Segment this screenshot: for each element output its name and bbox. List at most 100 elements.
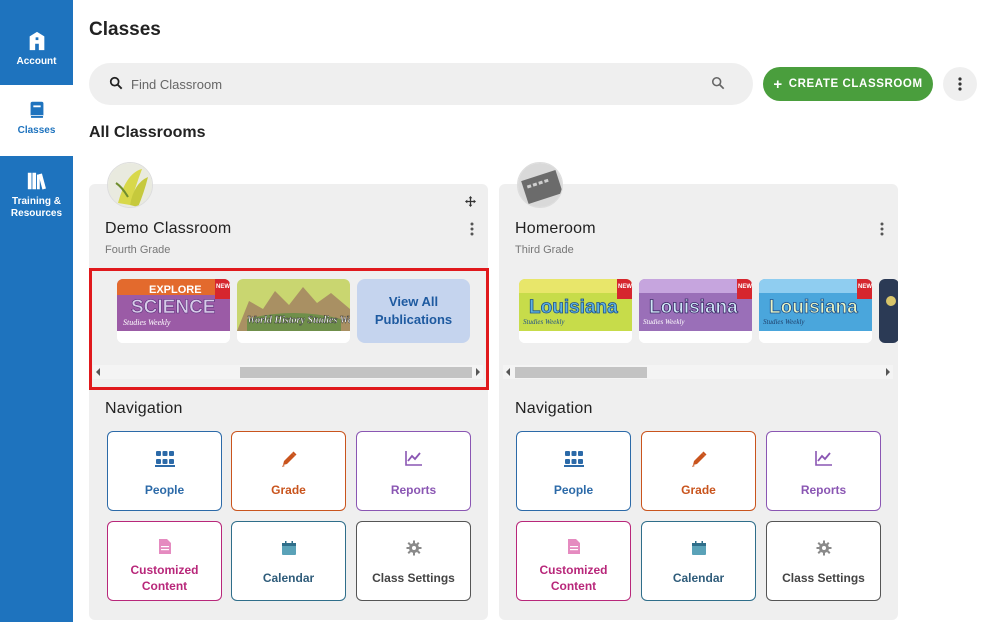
nav-tile-label: People (144, 483, 185, 497)
classroom-grade: Fourth Grade (105, 244, 171, 256)
sidebar-item-account[interactable]: Account (0, 30, 73, 68)
publication-thumbnail[interactable]: EXPLORE SCIENCE Studies Weekly NEW (117, 279, 230, 343)
svg-text:SCIENCE: SCIENCE (131, 297, 215, 318)
classroom-avatar[interactable] (107, 162, 153, 208)
chart-trend-icon (404, 451, 422, 466)
document-icon (158, 539, 171, 554)
publication-thumbnail[interactable] (879, 279, 898, 343)
svg-text:Louisiana: Louisiana (649, 297, 738, 318)
sidebar-item-classes[interactable]: Classes (0, 85, 73, 156)
scroll-left-arrow-icon[interactable] (96, 368, 100, 376)
classroom-card: Homeroom Third Grade Louisiana Studies We… (499, 162, 898, 620)
sidebar-item-label: Classes (17, 125, 56, 136)
nav-tile-label: People (553, 483, 594, 497)
publication-thumbnail[interactable]: World History Studies Weekly (237, 279, 350, 343)
classroom-name[interactable]: Homeroom (515, 220, 596, 238)
nav-tile-customized-content[interactable]: Customized Content (516, 521, 631, 601)
navigation-title: Navigation (515, 400, 593, 417)
gear-icon (406, 540, 421, 556)
nav-tile-class-settings[interactable]: Class Settings (356, 521, 471, 601)
svg-text:EXPLORE: EXPLORE (149, 284, 202, 296)
svg-text:Studies Weekly: Studies Weekly (763, 318, 805, 326)
scroll-right-arrow-icon[interactable] (886, 368, 890, 376)
search-icon (109, 76, 123, 90)
nav-tile-label: Grade (271, 483, 306, 497)
nav-tile-label: Calendar (672, 571, 725, 585)
nav-tile-people[interactable]: People (107, 431, 222, 511)
book-icon (29, 101, 44, 119)
more-options-button[interactable] (943, 67, 977, 101)
pencil-icon (691, 451, 706, 467)
nav-tile-label: Customized Content (539, 563, 608, 593)
search-submit-icon[interactable] (711, 76, 725, 90)
create-classroom-button[interactable]: + CREATE CLASSROOM (763, 67, 933, 101)
svg-text:Studies Weekly: Studies Weekly (643, 318, 685, 326)
page-title: Classes (89, 19, 161, 40)
horizontal-scrollbar[interactable] (503, 365, 893, 379)
nav-tile-class-settings[interactable]: Class Settings (766, 521, 881, 601)
nav-tile-reports[interactable]: Reports (766, 431, 881, 511)
calendar-icon (691, 541, 706, 555)
main-content: Classes + CREATE CLASSROOM All Classroom… (73, 0, 990, 622)
kebab-menu-icon[interactable] (470, 222, 474, 236)
move-icon[interactable] (465, 196, 476, 207)
kebab-menu-icon[interactable] (880, 222, 884, 236)
nav-tile-label: Class Settings (372, 571, 455, 585)
nav-tile-calendar[interactable]: Calendar (231, 521, 346, 601)
nav-tile-label: Calendar (262, 571, 315, 585)
sidebar-item-label: Training & Resources (10, 196, 63, 219)
nav-tile-label: Reports (390, 483, 437, 497)
nav-tile-label: Reports (800, 483, 847, 497)
svg-text:Louisiana: Louisiana (769, 297, 858, 318)
chart-trend-icon (814, 451, 832, 466)
svg-text:NEW: NEW (618, 284, 632, 290)
scroll-left-arrow-icon[interactable] (506, 368, 510, 376)
nav-tile-customized-content[interactable]: Customized Content (107, 521, 222, 601)
kebab-menu-icon (958, 77, 962, 91)
publication-thumbnail[interactable]: Louisiana Studies Weekly NEW (519, 279, 632, 343)
classroom-avatar[interactable] (517, 162, 563, 208)
classroom-grade: Third Grade (515, 244, 574, 256)
svg-text:Studies Weekly: Studies Weekly (523, 318, 565, 326)
publications-carousel: Louisiana Studies Weekly NEW Louisiana Stud… (499, 272, 898, 384)
horizontal-scrollbar[interactable] (93, 365, 483, 379)
search-input[interactable] (131, 74, 691, 94)
scrollbar-thumb[interactable] (240, 367, 472, 378)
scroll-right-arrow-icon[interactable] (476, 368, 480, 376)
gear-icon (816, 540, 831, 556)
svg-text:NEW: NEW (858, 284, 872, 290)
search-bar[interactable] (89, 63, 753, 105)
publication-thumbnail[interactable]: Louisiana Studies Weekly NEW (759, 279, 872, 343)
svg-text:NEW: NEW (216, 284, 230, 290)
svg-text:NEW: NEW (738, 284, 752, 290)
pencil-icon (281, 451, 296, 467)
section-title: All Classrooms (89, 124, 206, 141)
scrollbar-thumb[interactable] (515, 367, 647, 378)
library-books-icon (27, 172, 46, 190)
svg-text:Louisiana: Louisiana (529, 297, 618, 318)
nav-tile-label: Customized Content (130, 563, 199, 593)
nav-tile-calendar[interactable]: Calendar (641, 521, 756, 601)
classroom-card: Demo Classroom Fourth Grade EXPLORE SCIEN… (89, 162, 489, 620)
navigation-title: Navigation (105, 400, 183, 417)
svg-text:Studies Weekly: Studies Weekly (123, 318, 171, 327)
calendar-icon (281, 541, 296, 555)
school-building-icon (29, 31, 44, 51)
sidebar-item-training-resources[interactable]: Training & Resources (0, 170, 73, 220)
plus-icon: + (773, 75, 783, 93)
nav-tile-grade[interactable]: Grade (231, 431, 346, 511)
document-icon (567, 539, 580, 554)
create-classroom-label: CREATE CLASSROOM (788, 78, 923, 90)
nav-tile-label: Grade (681, 483, 716, 497)
svg-text:World History Studies Weekly: World History Studies Weekly (247, 315, 350, 326)
nav-tile-people[interactable]: People (516, 431, 631, 511)
nav-tile-grade[interactable]: Grade (641, 431, 756, 511)
publication-thumbnail[interactable]: Louisiana Studies Weekly NEW (639, 279, 752, 343)
view-all-label: View All Publications (374, 294, 453, 327)
view-all-publications-button[interactable]: View All Publications (357, 279, 470, 343)
nav-tile-label: Class Settings (782, 571, 865, 585)
publications-carousel: EXPLORE SCIENCE Studies Weekly NEW World Hi… (89, 272, 488, 384)
sidebar: Account Classes Training & Resources (0, 0, 73, 622)
classroom-name[interactable]: Demo Classroom (105, 220, 231, 238)
nav-tile-reports[interactable]: Reports (356, 431, 471, 511)
